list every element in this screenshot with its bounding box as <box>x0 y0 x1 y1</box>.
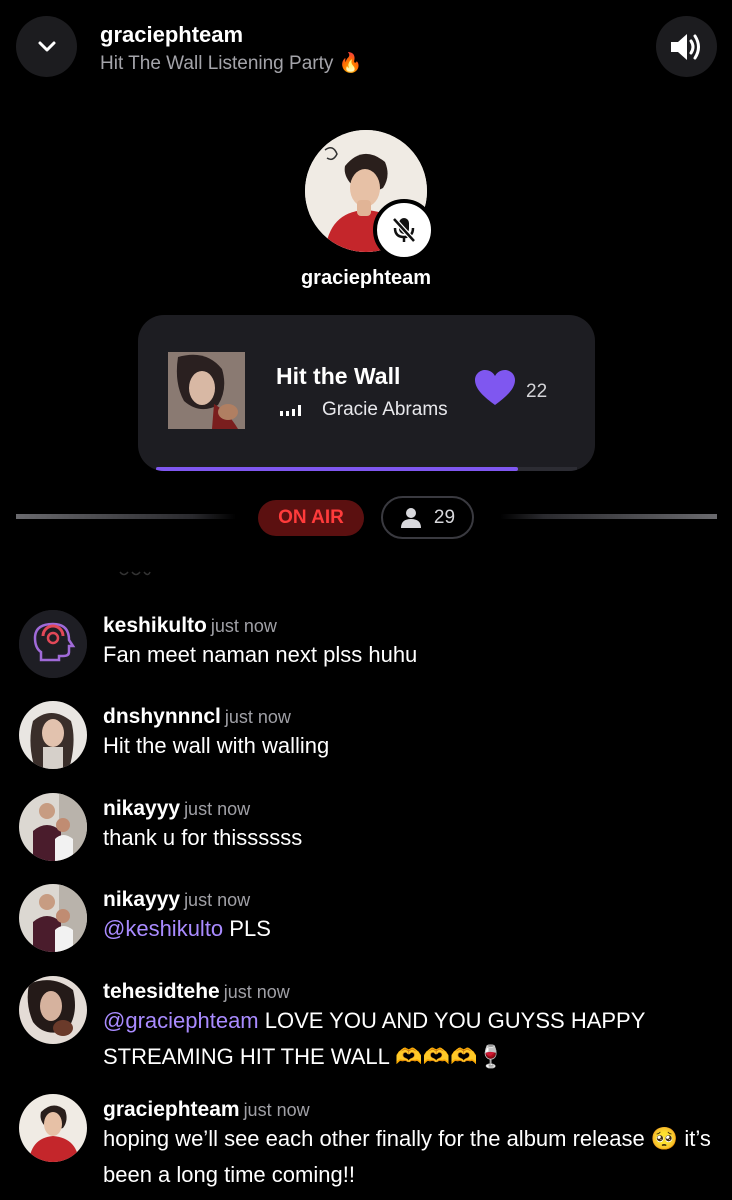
avatar[interactable] <box>19 701 87 769</box>
playing-equalizer-icon <box>280 405 301 416</box>
chat-text: @keshikulto PLS <box>103 916 271 941</box>
album-art <box>168 352 245 429</box>
avatar[interactable] <box>19 793 87 861</box>
chat-text: hoping we’ll see each other finally for … <box>103 1126 711 1187</box>
chat-timestamp: just now <box>243 1100 310 1120</box>
track-artist: Gracie Abrams <box>322 399 448 420</box>
avatar[interactable] <box>19 1094 87 1162</box>
chat-text: Fan meet naman next plss huhu <box>103 642 418 667</box>
sound-toggle-button[interactable] <box>656 16 717 77</box>
chat-username[interactable]: tehesidtehe <box>103 980 220 1003</box>
room-title: Hit The Wall Listening Party 🔥 <box>100 53 363 74</box>
chat-username[interactable]: keshikulto <box>103 614 207 637</box>
chevron-down-icon <box>38 41 55 51</box>
chat-timestamp: just now <box>223 982 290 1002</box>
on-air-badge: ON AIR <box>258 500 364 536</box>
chat-text: Hit the wall with walling <box>103 733 330 758</box>
track-progress-fill <box>156 467 519 471</box>
chat-username[interactable]: graciephteam <box>103 1098 240 1121</box>
header: graciephteam Hit The Wall Listening Part… <box>0 0 732 100</box>
like-count: 22 <box>526 381 548 402</box>
mention-link[interactable]: @graciephteam <box>103 1008 259 1033</box>
mention-link[interactable]: @keshikulto <box>103 916 223 941</box>
now-playing-card[interactable]: Hit the Wall Gracie Abrams 22 <box>138 315 595 471</box>
track-progress-bar <box>156 467 577 471</box>
chat-username[interactable]: nikayyy <box>103 797 180 820</box>
listener-count-button[interactable]: 29 <box>381 496 474 539</box>
collapse-button[interactable] <box>16 16 77 77</box>
scroll-fade-hint <box>119 571 151 576</box>
chat-text: thank u for thissssss <box>103 825 303 850</box>
track-title: Hit the Wall <box>276 363 401 389</box>
host-username: graciephteam <box>300 267 432 289</box>
chat-timestamp: just now <box>210 616 277 636</box>
chat-timestamp: just now <box>184 890 251 910</box>
divider-left <box>16 514 236 519</box>
avatar[interactable] <box>19 884 87 952</box>
chat-text: @graciephteam LOVE YOU AND YOU GUYSS HAP… <box>103 1008 646 1069</box>
person-icon <box>400 507 421 528</box>
chat-username[interactable]: nikayyy <box>103 888 180 911</box>
chat-timestamp: just now <box>184 799 251 819</box>
host-mic-muted-badge <box>373 199 435 261</box>
room-host-name[interactable]: graciephteam <box>100 22 243 48</box>
speaker-icon <box>670 33 700 60</box>
listener-count: 29 <box>433 506 456 528</box>
mic-off-icon <box>392 217 416 243</box>
chat-timestamp: just now <box>224 707 291 727</box>
avatar[interactable] <box>19 976 87 1044</box>
avatar[interactable] <box>19 610 87 678</box>
chat-username[interactable]: dnshynnncl <box>103 705 221 728</box>
divider-right <box>500 514 717 519</box>
heart-icon[interactable] <box>474 369 516 407</box>
